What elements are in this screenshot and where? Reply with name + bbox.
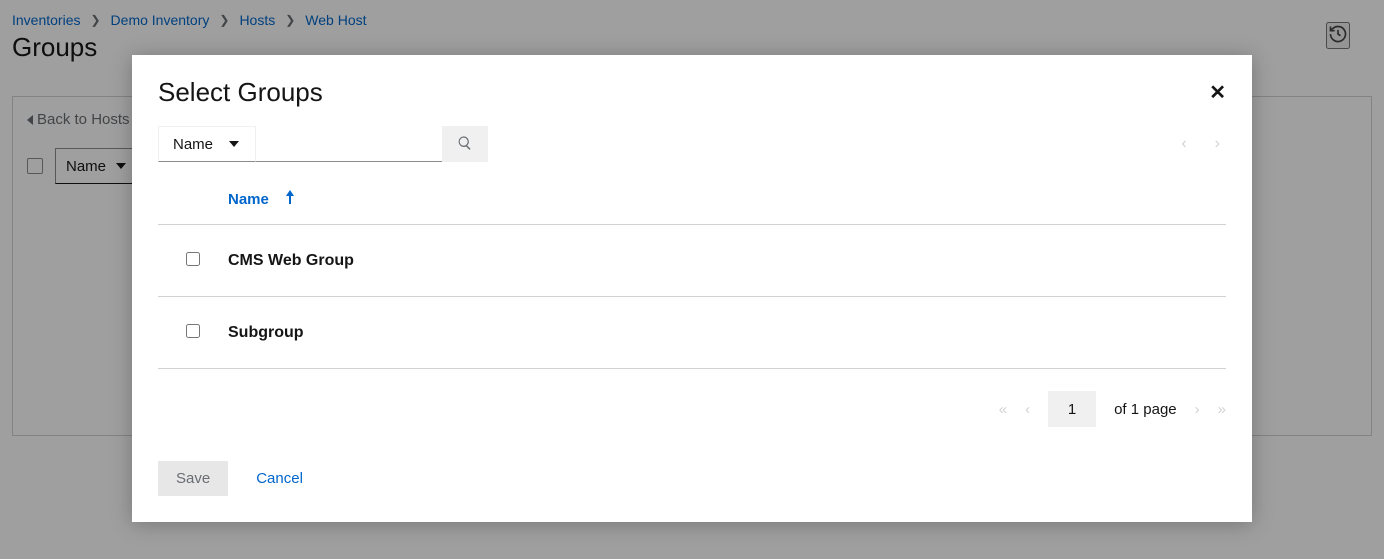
save-button[interactable]: Save bbox=[158, 461, 228, 496]
table-header: Name bbox=[158, 190, 1226, 225]
pager-prev[interactable]: ‹ bbox=[1181, 136, 1186, 152]
row-name[interactable]: Subgroup bbox=[228, 324, 304, 342]
pager-next[interactable]: › bbox=[1195, 401, 1200, 418]
page-input[interactable] bbox=[1048, 391, 1096, 427]
row-name[interactable]: CMS Web Group bbox=[228, 252, 354, 270]
modal-toolbar: Name ‹ › bbox=[158, 126, 1226, 162]
cancel-button[interactable]: Cancel bbox=[256, 470, 303, 487]
column-header-name[interactable]: Name bbox=[228, 190, 295, 208]
search-button[interactable] bbox=[442, 126, 488, 162]
table-row: CMS Web Group bbox=[158, 225, 1226, 297]
page-of-text: of 1 page bbox=[1114, 401, 1177, 418]
pager-next[interactable]: › bbox=[1215, 136, 1220, 152]
close-icon: ✕ bbox=[1209, 82, 1226, 104]
table-row: Subgroup bbox=[158, 297, 1226, 369]
row-checkbox[interactable] bbox=[186, 252, 200, 266]
pager-prev[interactable]: ‹ bbox=[1025, 401, 1030, 418]
pagination: « ‹ of 1 page › » bbox=[158, 391, 1226, 427]
search-filter-label: Name bbox=[173, 136, 213, 153]
search-icon bbox=[457, 135, 473, 154]
search-input[interactable] bbox=[256, 126, 442, 162]
caret-down-icon bbox=[229, 141, 239, 147]
row-checkbox[interactable] bbox=[186, 324, 200, 338]
groups-table: Name CMS Web Group Subgroup bbox=[158, 190, 1226, 369]
modal-overlay[interactable]: Select Groups ✕ Name bbox=[0, 0, 1384, 559]
close-button[interactable]: ✕ bbox=[1209, 83, 1226, 103]
pager-last[interactable]: » bbox=[1218, 401, 1226, 418]
sort-asc-icon bbox=[285, 190, 295, 208]
compact-pager: ‹ › bbox=[1181, 126, 1226, 162]
pager-first[interactable]: « bbox=[999, 401, 1007, 418]
select-groups-modal: Select Groups ✕ Name bbox=[132, 55, 1252, 522]
search-filter-dropdown[interactable]: Name bbox=[158, 126, 256, 162]
modal-title: Select Groups bbox=[158, 77, 323, 108]
